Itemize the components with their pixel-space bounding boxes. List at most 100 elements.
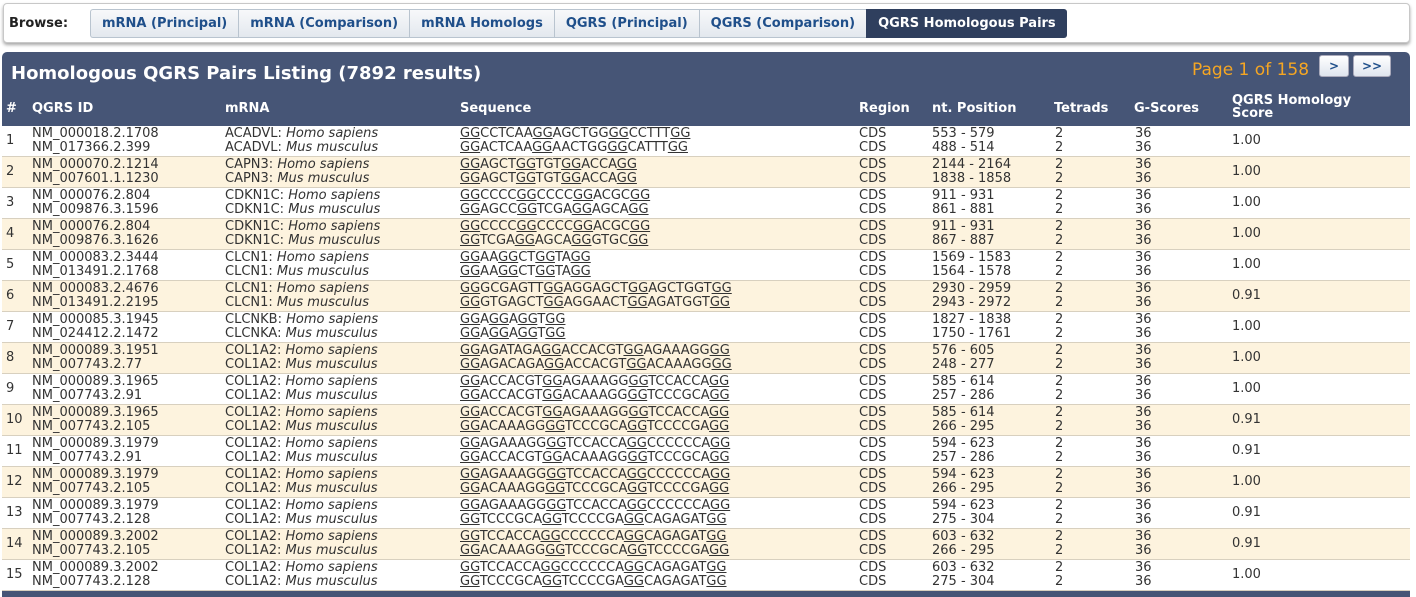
qgrs-id[interactable]: NM_013491.2.1768	[32, 265, 159, 279]
mrna-cell: CAPN3: Homo sapiens CAPN3: Mus musculus	[225, 158, 369, 186]
qgrs-id[interactable]: NM_007743.2.105	[32, 544, 159, 558]
species-name: Mus musculus	[285, 543, 378, 558]
qgrs-id[interactable]: NM_009876.3.1596	[32, 203, 159, 217]
col-header-tetrads[interactable]: Tetrads	[1054, 101, 1108, 116]
table-row[interactable]: 14 NM_000089.3.2002 NM_007743.2.105 COL1A2:…	[2, 529, 1410, 560]
table-row[interactable]: 11 NM_000089.3.1979 NM_007743.2.91 COL1A2: …	[2, 436, 1410, 467]
species-name: Homo sapiens	[285, 405, 378, 420]
table-row[interactable]: 15 NM_000089.3.2002 NM_007743.2.128 COL1A2:…	[2, 560, 1410, 591]
table-row[interactable]: 4 NM_000076.2.804 NM_009876.3.1626 CDKN1C: …	[2, 219, 1410, 250]
tetrads-cell: 22	[1055, 158, 1063, 186]
tetrads-cell: 22	[1055, 282, 1063, 310]
last-page-button[interactable]: >>	[1353, 55, 1391, 77]
qgrs-id[interactable]: NM_000089.3.1979	[32, 468, 159, 482]
tab-mrna-principal[interactable]: mRNA (Principal)	[90, 9, 239, 38]
table-row[interactable]: 13 NM_000089.3.1979 NM_007743.2.128 COL1A2:…	[2, 498, 1410, 529]
tetrads: 2	[1055, 498, 1064, 513]
col-header-mrna[interactable]: mRNA	[225, 101, 270, 116]
loop-segment: CCCC	[536, 219, 573, 234]
loop-segment: A	[508, 312, 518, 327]
qgrs-id[interactable]: NM_007743.2.105	[32, 482, 159, 496]
sequence: GGAAGGCTGGTAGG	[460, 251, 591, 265]
qgrs-id[interactable]: NM_000089.3.1951	[32, 344, 159, 358]
qgrs-id[interactable]: NM_017366.2.399	[32, 141, 159, 155]
tetrads: 2	[1055, 419, 1064, 434]
table-row[interactable]: 7 NM_000085.3.1945 NM_024412.2.1472 CLCNKB:…	[2, 312, 1410, 343]
col-header-position[interactable]: nt. Position	[932, 101, 1016, 116]
qgrs-id[interactable]: NM_000089.3.1965	[32, 375, 159, 389]
tetrads-cell: 22	[1055, 220, 1063, 248]
g-tract: GG	[627, 481, 647, 496]
col-header-gscores[interactable]: G-Scores	[1134, 101, 1199, 116]
qgrs-id[interactable]: NM_000089.3.1979	[32, 499, 159, 513]
table-row[interactable]: 2 NM_000070.2.1214 NM_007601.1.1230 CAPN3: …	[2, 157, 1410, 188]
page-title: Homologous QGRS Pairs Listing (7892 resu…	[11, 63, 482, 84]
tetrads: 2	[1055, 512, 1064, 527]
qgrs-id[interactable]: NM_000076.2.804	[32, 220, 159, 234]
tab-qgrs-comparison[interactable]: QGRS (Comparison)	[698, 9, 867, 38]
qgrs-id[interactable]: NM_007743.2.128	[32, 575, 159, 589]
qgrs-id[interactable]: NM_024412.2.1472	[32, 327, 159, 341]
gene-symbol: COL1A2:	[225, 529, 282, 544]
table-row[interactable]: 10 NM_000089.3.1965 NM_007743.2.105 COL1A2:…	[2, 405, 1410, 436]
loop-segment: ACAAAGG	[562, 450, 628, 465]
mrna-entry: COL1A2: Homo sapiens	[225, 561, 378, 575]
g-tract: GG	[542, 374, 563, 389]
qgrs-id[interactable]: NM_007743.2.91	[32, 451, 159, 465]
tab-mrna-comparison[interactable]: mRNA (Comparison)	[238, 9, 410, 38]
qgrs-id[interactable]: NM_000018.2.1708	[32, 127, 159, 141]
gene-symbol: COL1A2:	[225, 481, 282, 496]
qgrs-id[interactable]: NM_000076.2.804	[32, 189, 159, 203]
nt-position-cell: 911 - 931 861 - 881	[932, 189, 995, 217]
g-tract: GG	[460, 467, 481, 482]
region-cell: CDS CDS	[859, 158, 886, 186]
qgrs-id[interactable]: NM_000089.3.1965	[32, 406, 159, 420]
qgrs-id[interactable]: NM_000089.3.1979	[32, 437, 159, 451]
qgrs-id[interactable]: NM_007743.2.105	[32, 420, 159, 434]
g-tract: GG	[460, 295, 481, 310]
table-row[interactable]: 12 NM_000089.3.1979 NM_007743.2.105 COL1A2:…	[2, 467, 1410, 498]
col-header-homology-score[interactable]: QGRS Homology Score	[1232, 94, 1362, 120]
species-name: Mus musculus	[288, 202, 381, 217]
g-tract: GG	[516, 219, 537, 234]
qgrs-id[interactable]: NM_007743.2.128	[32, 513, 159, 527]
loop-segment: TCCCCGA	[646, 419, 710, 434]
table-row[interactable]: 3 NM_000076.2.804 NM_009876.3.1596 CDKN1C: …	[2, 188, 1410, 219]
table-row[interactable]: 1 NM_000018.2.1708 NM_017366.2.399 ACADVL: …	[2, 126, 1410, 157]
sequence: GGCCTCAAGGAGCTGGGGCCTTTGG	[460, 127, 690, 141]
nt-position: 594 - 623	[932, 436, 995, 451]
col-header-qgrs-id[interactable]: QGRS ID	[32, 101, 93, 116]
qgrs-id[interactable]: NM_000085.3.1945	[32, 313, 159, 327]
qgrs-id[interactable]: NM_013491.2.2195	[32, 296, 159, 310]
qgrs-id[interactable]: NM_000070.2.1214	[32, 158, 159, 172]
table-row[interactable]: 9 NM_000089.3.1965 NM_007743.2.91 COL1A2: H…	[2, 374, 1410, 405]
loop-segment: TCCCGCA	[647, 450, 710, 465]
qgrs-id[interactable]: NM_000083.2.3444	[32, 251, 159, 265]
species-name: Mus musculus	[285, 326, 378, 341]
mrna-entry: COL1A2: Mus musculus	[225, 544, 378, 558]
qgrs-id[interactable]: NM_007743.2.91	[32, 389, 159, 403]
tab-qgrs-homologous-pairs[interactable]: QGRS Homologous Pairs	[866, 9, 1067, 38]
qgrs-id[interactable]: NM_007601.1.1230	[32, 172, 159, 186]
table-row[interactable]: 6 NM_000083.2.4676 NM_013491.2.2195 CLCN1: …	[2, 281, 1410, 312]
tab-qgrs-principal[interactable]: QGRS (Principal)	[553, 9, 699, 38]
qgrs-id[interactable]: NM_000083.2.4676	[32, 282, 159, 296]
qgrs-id[interactable]: NM_007743.2.77	[32, 358, 159, 372]
table-row[interactable]: 5 NM_000083.2.3444 NM_013491.2.1768 CLCN1: …	[2, 250, 1410, 281]
homology-score: 0.91	[1232, 536, 1261, 551]
loop-segment: AA	[480, 250, 499, 265]
table-row[interactable]: 8 NM_000089.3.1951 NM_007743.2.77 COL1A2: H…	[2, 343, 1410, 374]
col-header-sequence[interactable]: Sequence	[460, 101, 531, 116]
loop-segment: ACCACGT	[480, 374, 543, 389]
qgrs-id[interactable]: NM_000089.3.2002	[32, 561, 159, 575]
qgrs-id[interactable]: NM_000089.3.2002	[32, 530, 159, 544]
loop-segment: CAGAGAT	[643, 529, 707, 544]
species-name: Mus musculus	[276, 264, 369, 279]
tab-mrna-homologs[interactable]: mRNA Homologs	[409, 9, 554, 38]
g-tract: GG	[460, 171, 481, 186]
qgrs-id[interactable]: NM_009876.3.1626	[32, 234, 159, 248]
nt-position-cell: 553 - 579 488 - 514	[932, 127, 995, 155]
next-page-button[interactable]: >	[1319, 55, 1349, 77]
g-tract: GG	[627, 419, 647, 434]
col-header-region[interactable]: Region	[859, 101, 910, 116]
